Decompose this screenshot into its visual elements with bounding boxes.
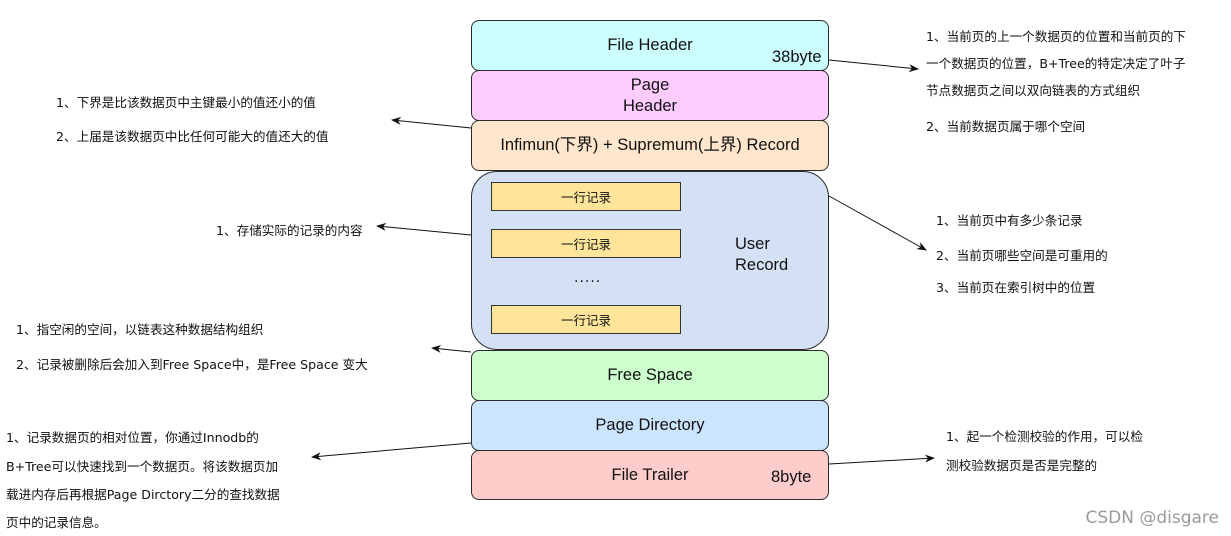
record-row: 一行记录	[491, 182, 681, 211]
note-page-header-line1: 1、当前页中有多少条记录	[936, 213, 1083, 228]
free-space-label: Free Space	[607, 366, 693, 385]
arrow-user-record-right	[828, 195, 927, 251]
user-record-label-line1: User	[735, 235, 770, 253]
file-trailer-label: File Trailer	[611, 465, 689, 484]
file-trailer-size: 8byte	[771, 468, 812, 486]
note-free-space-line1: 1、指空闲的空间，以链表这种数据结构组织	[16, 322, 264, 337]
infimum-supremum-block: Infimun(下界) + Supremum(上界) Record	[471, 120, 829, 171]
record-ellipsis: .....	[574, 270, 602, 286]
user-record-label: User Record	[735, 234, 788, 276]
infimum-supremum-label: Infimun(下界) + Supremum(上界) Record	[500, 136, 800, 155]
record-row-label: 一行记录	[560, 237, 611, 252]
arrow-infimum-supremum	[391, 116, 472, 129]
user-record-block: 一行记录 一行记录 ..... 一行记录 User Record	[471, 171, 829, 350]
file-header-label: File Header	[607, 36, 693, 55]
record-row-label: 一行记录	[560, 313, 611, 328]
note-page-header-line3: 3、当前页在索引树中的位置	[936, 280, 1096, 295]
note-page-directory-line2: B+Tree可以快速找到一个数据页。将该数据页加	[6, 459, 279, 474]
page-header-label-line2: Header	[622, 96, 678, 115]
record-row: 一行记录	[491, 305, 681, 334]
note-infimum-line1: 1、下界是比该数据页中主键最小的值还小的值	[56, 95, 316, 110]
note-file-trailer-line1: 1、起一个检测校验的作用，可以检	[946, 429, 1143, 444]
user-record-label-line2: Record	[735, 256, 789, 274]
record-row-label: 一行记录	[560, 190, 611, 205]
note-user-record-line1: 1、存储实际的记录的内容	[216, 223, 363, 238]
watermark: CSDN @disgare	[1085, 508, 1219, 528]
note-infimum-line2: 2、上届是该数据页中比任何可能大的值还大的值	[56, 129, 329, 144]
note-free-space-line2: 2、记录被删除后会加入到Free Space中，是Free Space 变大	[16, 357, 368, 372]
note-file-header-line4: 2、当前数据页属于哪个空间	[926, 119, 1086, 134]
page-header-label-line1: Page	[630, 75, 670, 94]
arrow-page-directory	[311, 442, 472, 461]
record-row: 一行记录	[491, 229, 681, 258]
free-space-block: Free Space	[471, 350, 829, 401]
note-file-trailer-line2: 测校验数据页是否是完整的	[946, 458, 1098, 473]
note-file-header-line2: 一个数据页的位置，B+Tree的特定决定了叶子	[926, 56, 1186, 71]
note-page-header-line2: 2、当前页哪些空间是可重用的	[936, 248, 1108, 263]
note-file-header-line3: 节点数据页之间以双向链表的方式组织	[926, 83, 1141, 98]
note-page-directory-line4: 页中的记录信息。	[6, 515, 107, 530]
note-page-directory-line1: 1、记录数据页的相对位置，你通过Innodb的	[6, 430, 259, 445]
arrow-file-trailer	[828, 454, 935, 465]
page-directory-block: Page Directory	[471, 400, 829, 451]
page-directory-label: Page Directory	[595, 416, 705, 435]
arrow-user-record-left	[376, 222, 472, 236]
arrow-file-header	[828, 59, 919, 73]
page-header-block: Page Header	[471, 70, 829, 121]
arrow-free-space	[431, 344, 472, 353]
note-page-directory-line3: 载进内存后再根据Page Dirctory二分的查找数据	[6, 487, 280, 502]
note-file-header-line1: 1、当前页的上一个数据页的位置和当前页的下	[926, 29, 1186, 44]
file-header-size: 38byte	[772, 48, 822, 66]
